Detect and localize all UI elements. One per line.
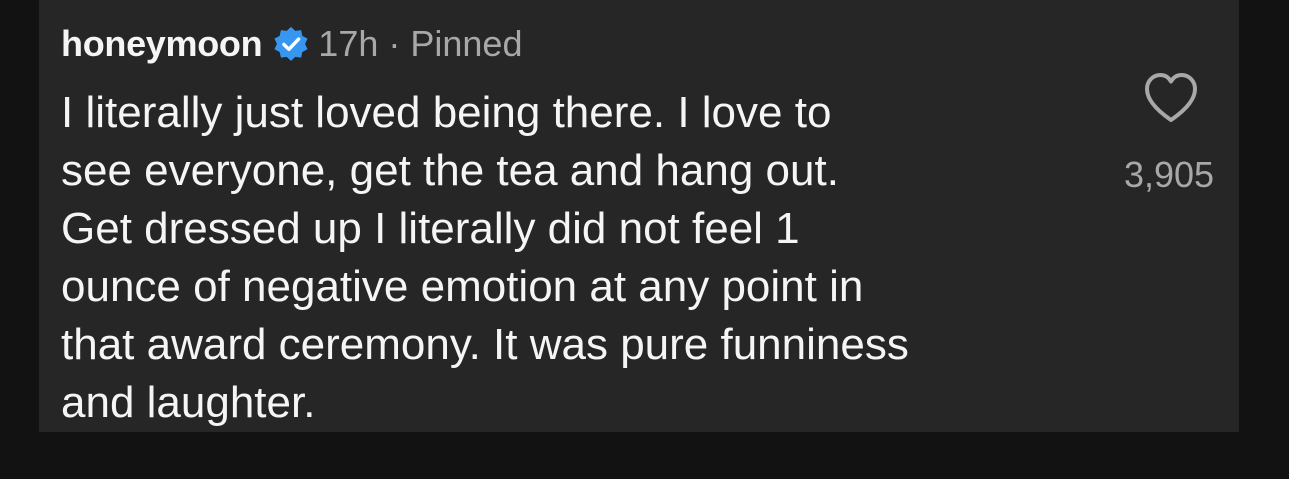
comment-text-line: that award ceremony. It was pure funnine…	[61, 320, 909, 369]
comment-text-line: I literally just loved being there. I lo…	[61, 88, 832, 137]
comment-header: honeymoon 17h · Pinned	[61, 20, 522, 68]
comment-text-line: Get dressed up I literally did not feel …	[61, 204, 800, 253]
like-button[interactable]	[1139, 66, 1203, 130]
username-link[interactable]: honeymoon	[61, 23, 263, 65]
heart-outline-icon	[1145, 73, 1197, 122]
comment-timestamp: 17h	[318, 23, 379, 64]
verified-badge-icon	[272, 25, 310, 63]
comment-text-line: and laughter.	[61, 378, 316, 427]
comment-text: I literally just loved being there. I lo…	[61, 84, 1101, 432]
comment-text-line: see everyone, get the tea and hang out.	[61, 146, 839, 195]
like-count: 3,905	[1123, 154, 1215, 195]
comment-text-line: ounce of negative emotion at any point i…	[61, 262, 864, 311]
pinned-label: Pinned	[410, 23, 523, 64]
meta-separator: ·	[388, 23, 401, 64]
comment-card: honeymoon 17h · Pinned I literally just …	[39, 0, 1239, 432]
